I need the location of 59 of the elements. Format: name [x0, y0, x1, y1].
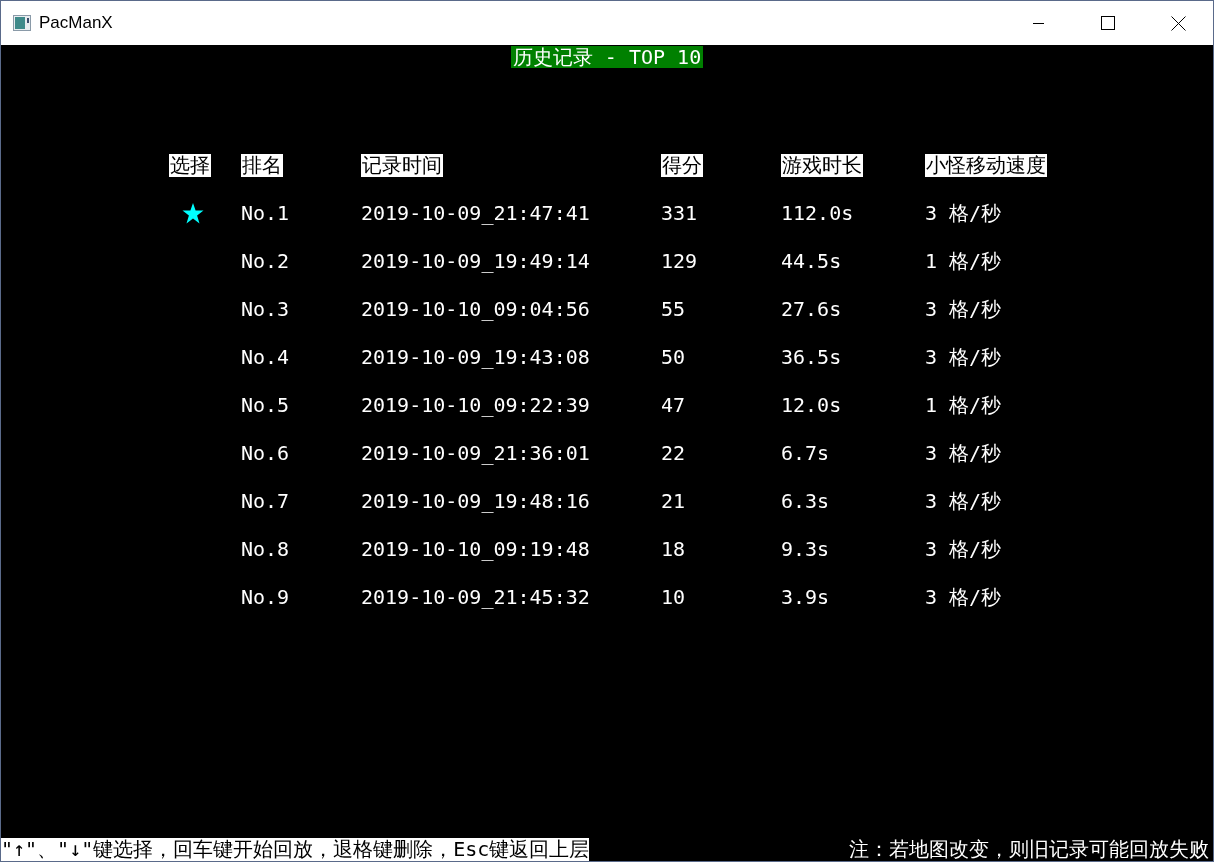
rank-cell: No.1	[241, 201, 290, 225]
speed-cell: 3 格/秒	[925, 537, 1002, 561]
window-title: PacManX	[39, 13, 114, 33]
column-header: 记录时间	[361, 153, 443, 177]
speed-cell: 3 格/秒	[925, 441, 1002, 465]
speed-cell: 3 格/秒	[925, 345, 1002, 369]
column-header: 得分	[661, 153, 703, 177]
rank-cell: No.3	[241, 297, 290, 321]
score-cell: 55	[661, 297, 686, 321]
column-header: 排名	[241, 153, 283, 177]
duration-cell: 44.5s	[781, 249, 842, 273]
column-header: 小怪移动速度	[925, 153, 1047, 177]
speed-cell: 3 格/秒	[925, 585, 1002, 609]
time-cell: 2019-10-10_09:22:39	[361, 393, 590, 417]
keys-hint: "↑"、"↓"键选择，回车键开始回放，退格键删除，Esc键返回上层	[1, 838, 590, 861]
duration-cell: 12.0s	[781, 393, 842, 417]
duration-cell: 36.5s	[781, 345, 842, 369]
app-icon	[13, 15, 31, 31]
minimize-icon	[1032, 22, 1044, 24]
time-cell: 2019-10-09_19:43:08	[361, 345, 590, 369]
duration-cell: 6.3s	[781, 489, 830, 513]
score-cell: 47	[661, 393, 686, 417]
time-cell: 2019-10-09_21:36:01	[361, 441, 590, 465]
duration-cell: 6.7s	[781, 441, 830, 465]
score-cell: 22	[661, 441, 686, 465]
column-header: 选择	[169, 153, 211, 177]
score-cell: 21	[661, 489, 686, 513]
time-cell: 2019-10-09_19:49:14	[361, 249, 590, 273]
rank-cell: No.6	[241, 441, 290, 465]
screen-heading: 历史记录 - TOP 10	[510, 46, 704, 68]
score-cell: 129	[661, 249, 698, 273]
time-cell: 2019-10-09_21:45:32	[361, 585, 590, 609]
duration-cell: 112.0s	[781, 201, 854, 225]
score-cell: 50	[661, 345, 686, 369]
rank-cell: No.4	[241, 345, 290, 369]
time-cell: 2019-10-09_21:47:41	[361, 201, 590, 225]
score-cell: 331	[661, 201, 698, 225]
duration-cell: 9.3s	[781, 537, 830, 561]
time-cell: 2019-10-09_19:48:16	[361, 489, 590, 513]
rank-cell: No.9	[241, 585, 290, 609]
rank-cell: No.5	[241, 393, 290, 417]
duration-cell: 27.6s	[781, 297, 842, 321]
footer-note: 注：若地图改变，则旧记录可能回放失败	[849, 838, 1209, 861]
speed-cell: 3 格/秒	[925, 201, 1002, 225]
rank-cell: No.8	[241, 537, 290, 561]
speed-cell: 1 格/秒	[925, 249, 1002, 273]
time-cell: 2019-10-10_09:19:48	[361, 537, 590, 561]
speed-cell: 3 格/秒	[925, 297, 1002, 321]
speed-cell: 3 格/秒	[925, 489, 1002, 513]
score-cell: 18	[661, 537, 686, 561]
rank-cell: No.7	[241, 489, 290, 513]
duration-cell: 3.9s	[781, 585, 830, 609]
maximize-icon	[1101, 16, 1115, 30]
column-header: 游戏时长	[781, 153, 863, 177]
close-icon	[1170, 15, 1186, 31]
score-cell: 10	[661, 585, 686, 609]
time-cell: 2019-10-10_09:04:56	[361, 297, 590, 321]
speed-cell: 1 格/秒	[925, 393, 1002, 417]
rank-cell: No.2	[241, 249, 290, 273]
